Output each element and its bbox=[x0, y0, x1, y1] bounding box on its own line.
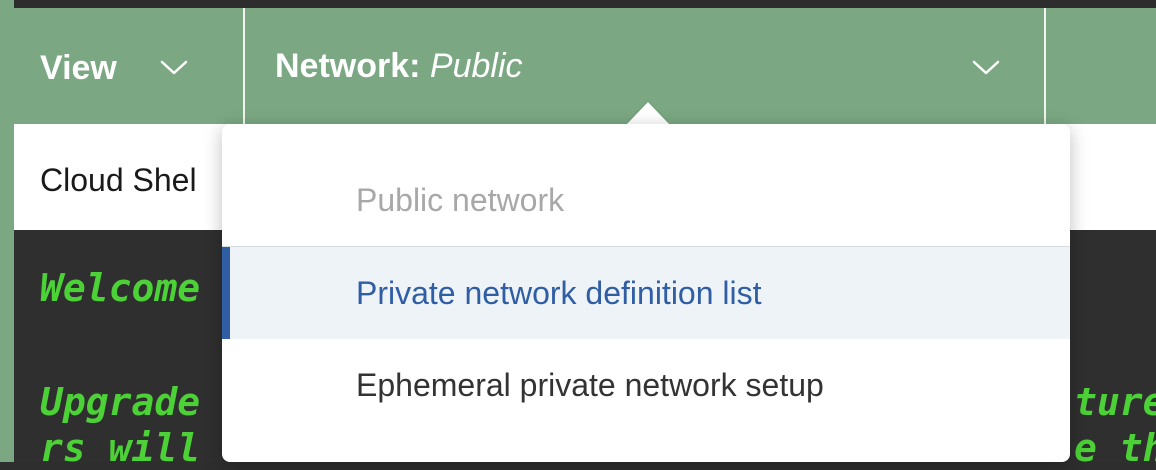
menu-item-label: Public network bbox=[356, 182, 565, 218]
left-edge-bar bbox=[0, 0, 14, 462]
terminal-text-line: Welcome bbox=[40, 266, 201, 310]
view-menu-button[interactable]: View bbox=[40, 48, 117, 88]
cloud-shell-title: Cloud Shel bbox=[40, 162, 197, 198]
menu-item-label: Ephemeral private network setup bbox=[356, 367, 824, 403]
view-menu-label: View bbox=[40, 49, 117, 87]
terminal-text-line: ture bbox=[1074, 380, 1156, 424]
window-top-border bbox=[0, 0, 1156, 8]
terminal-text-line: Upgrade bbox=[40, 380, 201, 424]
terminal-text-line: e th bbox=[1074, 426, 1156, 470]
network-dropdown-menu: Public network Private network definitio… bbox=[222, 124, 1070, 462]
menu-item-label: Private network definition list bbox=[356, 275, 762, 311]
toolbar-divider bbox=[1044, 8, 1046, 124]
toolbar-divider bbox=[243, 8, 245, 124]
dropdown-caret bbox=[627, 102, 669, 124]
selection-indicator bbox=[222, 247, 230, 339]
chevron-down-icon[interactable] bbox=[972, 60, 1000, 76]
chevron-down-icon[interactable] bbox=[160, 60, 188, 76]
terminal-text-line: rs will bbox=[40, 426, 201, 470]
network-selector-key: Network: bbox=[275, 47, 421, 85]
network-selector-value: Public bbox=[429, 47, 523, 85]
menu-item-public-network: Public network bbox=[222, 154, 1070, 246]
menu-item-private-network-definition-list[interactable]: Private network definition list bbox=[222, 247, 1070, 339]
menu-item-ephemeral-private-network-setup[interactable]: Ephemeral private network setup bbox=[222, 339, 1070, 431]
network-selector-button[interactable]: Network: Public bbox=[275, 46, 523, 86]
